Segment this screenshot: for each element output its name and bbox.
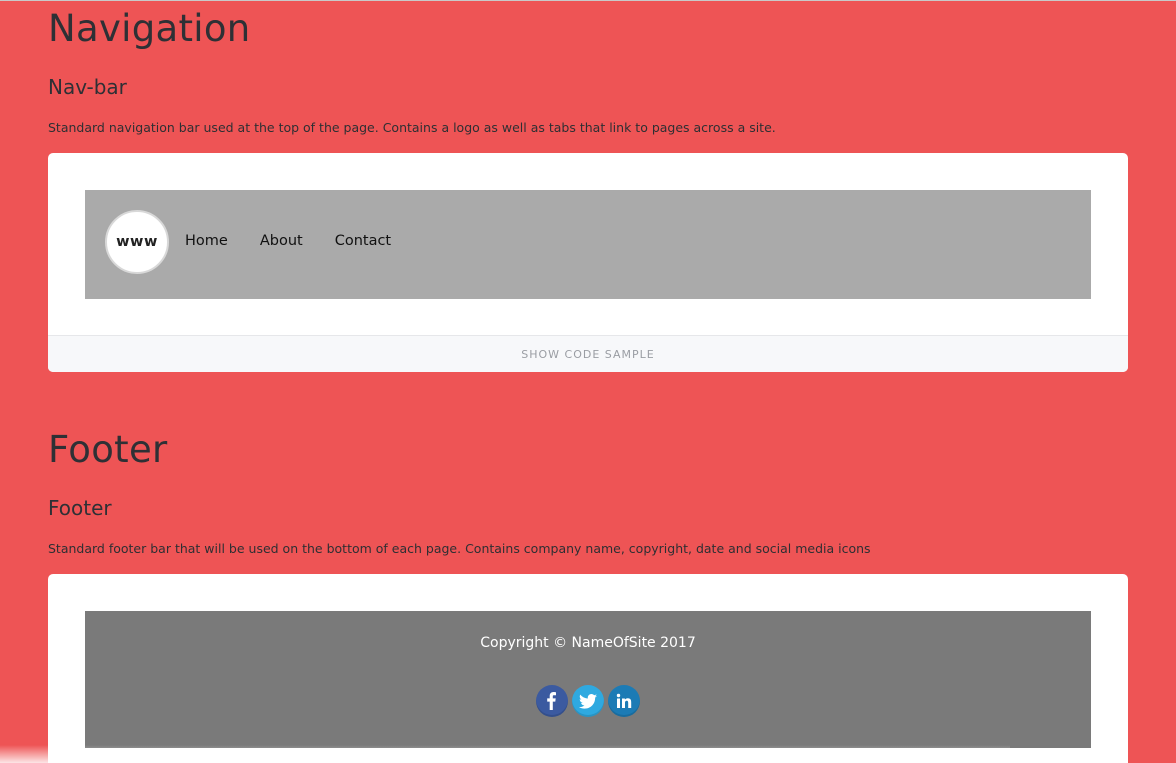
nav-link-about[interactable]: About [260, 233, 303, 249]
footer-section-title: Footer [48, 428, 168, 471]
footer-subtitle: Footer [48, 496, 112, 520]
linkedin-glyph [616, 693, 632, 708]
twitter-glyph [579, 693, 597, 709]
demo-navigation-bar: www Home About Contact [85, 190, 1091, 299]
nav-link-contact[interactable]: Contact [335, 233, 391, 249]
style-guide-page: Navigation Nav-bar Standard navigation b… [0, 0, 1176, 763]
nav-bar-subtitle: Nav-bar [48, 75, 127, 99]
navigation-section-title: Navigation [48, 7, 251, 50]
linkedin-icon[interactable] [608, 685, 640, 717]
nav-bar-description: Standard navigation bar used at the top … [48, 120, 776, 135]
footer-sample-card: Copyright © NameOfSite 2017 [48, 574, 1128, 763]
copyright-text: Copyright © NameOfSite 2017 [480, 635, 696, 651]
facebook-icon[interactable] [536, 685, 568, 717]
demo-footer-bar: Copyright © NameOfSite 2017 [85, 611, 1091, 748]
footer-description: Standard footer bar that will be used on… [48, 541, 871, 556]
show-code-sample-button[interactable]: SHOW CODE SAMPLE [48, 335, 1128, 372]
nav-link-home[interactable]: Home [185, 233, 228, 249]
nav-bar-sample-card: www Home About Contact SHOW CODE SAMPLE [48, 153, 1128, 372]
twitter-icon[interactable] [572, 685, 604, 717]
facebook-glyph [547, 692, 556, 710]
site-logo[interactable]: www [105, 210, 169, 274]
demo-nav-links: Home About Contact [185, 233, 391, 249]
social-icons [85, 685, 1091, 717]
